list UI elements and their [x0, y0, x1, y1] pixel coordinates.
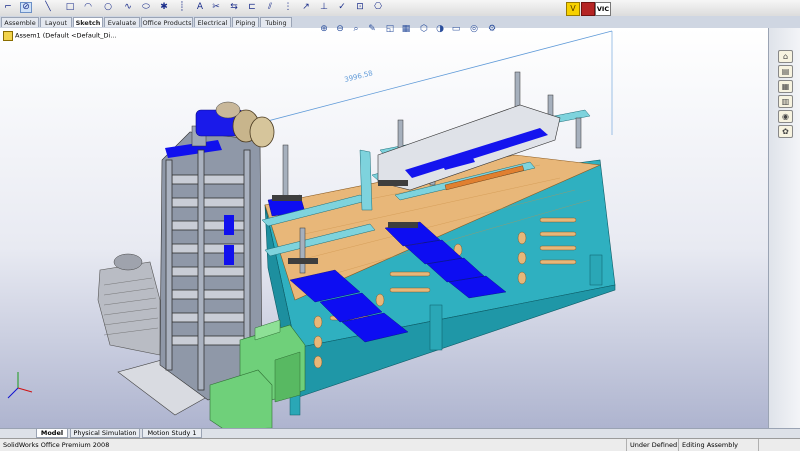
arc-icon[interactable]: ◠ [82, 2, 94, 13]
tab-tubing[interactable]: Tubing [260, 17, 292, 27]
tab-sketch[interactable]: Sketch [73, 17, 103, 27]
circle-icon[interactable]: ○ [102, 2, 114, 13]
rapid-sketch-icon[interactable]: ⎔ [372, 2, 384, 13]
appearances-icon[interactable]: ◉ [778, 110, 793, 123]
tab-motion-study-1[interactable]: Motion Study 1 [142, 429, 202, 438]
task-pane: ⌂ ▤ ▦ ▥ ◉ ✿ [768, 28, 800, 428]
appearance-icon[interactable]: ◑ [434, 23, 446, 35]
apply-scene-icon[interactable]: ⚙ [486, 23, 498, 35]
tab-model[interactable]: Model [36, 429, 68, 438]
pattern-icon[interactable]: ⋮ [282, 2, 294, 13]
view-orientation-icon[interactable]: ◱ [384, 23, 396, 35]
status-extra [758, 439, 800, 451]
ellipse-icon[interactable]: ⬭ [140, 2, 152, 13]
smart-dimension-icon[interactable]: ⊘ [20, 2, 32, 13]
spindle-cap-right [249, 116, 275, 148]
tab-office-products[interactable]: Office Products [141, 17, 193, 27]
assembly-icon [3, 31, 13, 41]
convert-icon[interactable]: ⇆ [228, 2, 240, 13]
tab-physical-simulation[interactable]: Physical Simulation [70, 429, 140, 438]
graphics-viewport[interactable]: 3996.58 [0, 28, 768, 428]
status-bar: SolidWorks Office Premium 2008 Under Def… [0, 438, 800, 451]
move-icon[interactable]: ↗ [300, 2, 312, 13]
relations-icon[interactable]: ⊥ [318, 2, 330, 13]
section-view-icon[interactable]: ✎ [366, 23, 378, 35]
status-definition: Under Defined [626, 439, 678, 451]
spline-icon[interactable]: ∿ [122, 2, 134, 13]
tab-assemble[interactable]: Assemble [1, 17, 39, 27]
centerline-icon[interactable]: ┊ [176, 2, 188, 13]
reference-triad [7, 372, 33, 399]
view-palette-icon[interactable]: ▥ [778, 95, 793, 108]
status-app-name: SolidWorks Office Premium 2008 [3, 441, 110, 449]
rebuild-icon[interactable]: V [566, 2, 580, 16]
point-icon[interactable]: ✱ [158, 2, 170, 13]
quick-snaps-icon[interactable]: ⊡ [354, 2, 366, 13]
motor-fan [113, 253, 143, 271]
feature-tree-root[interactable]: Assem1 (Default <Default_Di... [15, 32, 117, 40]
previous-view-icon[interactable]: ⌕ [350, 23, 362, 35]
view-settings-icon[interactable]: ◎ [468, 23, 480, 35]
tab-evaluate[interactable]: Evaluate [104, 17, 140, 27]
tab-layout[interactable]: Layout [40, 17, 72, 27]
zoom-fit-icon[interactable]: ⊕ [318, 23, 330, 35]
sketch-toolbar: ⌐ ⊘ ╲ □ ◠ ○ ∿ ⬭ ✱ ┊ A ✂ ⇆ ⊏ ⫽ ⋮ ↗ ⊥ ✓ ⊡ ⎔ [0, 0, 800, 17]
green-cabinet-door [274, 351, 301, 403]
status-mode: Editing Assembly [678, 439, 758, 451]
text-icon[interactable]: A [194, 2, 206, 13]
design-library-icon[interactable]: ▤ [778, 65, 793, 78]
scene-icon[interactable]: ▭ [450, 23, 462, 35]
line-icon[interactable]: ╲ [42, 2, 54, 13]
rectangle-icon[interactable]: □ [64, 2, 76, 13]
exit-sketch-icon[interactable]: ⌐ [2, 2, 14, 13]
tab-electrical[interactable]: Electrical [194, 17, 231, 27]
motor-housing [97, 261, 161, 356]
offset-icon[interactable]: ⊏ [246, 2, 258, 13]
zoom-area-icon[interactable]: ⊖ [334, 23, 346, 35]
mirror-icon[interactable]: ⫽ [264, 2, 276, 13]
resources-icon[interactable]: ⌂ [778, 50, 793, 63]
tab-piping[interactable]: Piping [232, 17, 259, 27]
hide-show-icon[interactable]: ⬡ [418, 23, 430, 35]
display-style-icon[interactable]: ▦ [400, 23, 412, 35]
assembly-model: 3996.58 [7, 30, 616, 428]
user-badge[interactable]: VIC [595, 2, 611, 16]
trim-icon[interactable]: ✂ [210, 2, 222, 13]
spindle-top-cap [215, 101, 241, 119]
file-explorer-icon[interactable]: ▦ [778, 80, 793, 93]
dimension-value: 3996.58 [344, 69, 374, 84]
feature-tree: Assem1 (Default <Default_Di... [3, 31, 117, 41]
repair-icon[interactable]: ✓ [336, 2, 348, 13]
custom-properties-icon[interactable]: ✿ [778, 125, 793, 138]
options-icon[interactable] [581, 2, 595, 16]
